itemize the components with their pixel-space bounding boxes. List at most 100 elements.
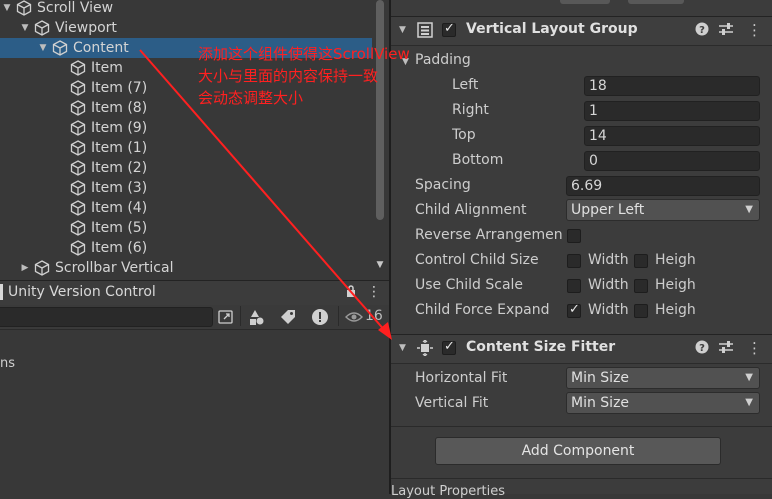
svg-text:?: ? [699,25,705,36]
vertical-fit-dropdown[interactable]: Min Size ▼ [566,392,760,414]
horizontal-fit-dropdown[interactable]: Min Size ▼ [566,367,760,389]
add-component-button[interactable]: Add Component [435,437,721,465]
component-title: Content Size Fitter [466,339,616,355]
hierarchy-item[interactable]: Item (2) [0,158,372,178]
foldout-arrow-icon[interactable]: ▼ [399,25,406,35]
eye-icon[interactable] [345,308,363,326]
foldout-arrow-icon[interactable]: ▼ [38,38,48,58]
top-field[interactable]: 14 [584,126,760,146]
hierarchy-item[interactable]: Item (4) [0,198,372,218]
annotation-line-2: 大小与里面的内容保持一致 [198,67,379,85]
annotation-text: 添加这个组件使得这ScrollView 大小与里面的内容保持一致 会动态调整大小 [198,43,458,109]
use-child-scale-width-checkbox[interactable] [567,279,581,293]
open-window-icon[interactable] [217,308,235,326]
toolbar-divider [240,306,241,326]
dropdown-caret-icon: ▼ [745,204,753,215]
inspector-top-button[interactable] [628,0,684,4]
tag-icon[interactable] [279,308,297,326]
hierarchy-item-label: Item (6) [91,240,148,256]
inspector-top-button[interactable] [560,0,610,4]
hierarchy-item[interactable]: Item (5) [0,218,372,238]
partial-text: ns [0,356,16,371]
gameobject-cube-icon [52,40,68,56]
use-child-scale-label: Use Child Scale [415,277,524,293]
width-label: Width [588,277,629,293]
reverse-arrangement-checkbox[interactable] [567,229,581,243]
hierarchy-item[interactable]: ▼ Scroll View [0,0,372,18]
hierarchy-item-label: Content [73,40,129,56]
control-child-size-width-checkbox[interactable] [567,254,581,268]
help-icon[interactable]: ? [695,340,709,358]
hierarchy-item[interactable]: ▼ Viewport [0,18,372,38]
height-label: Heigh [655,302,696,318]
hierarchy-item-label: Item (2) [91,160,148,176]
hierarchy-item-label: Item (9) [91,120,148,136]
more-vert-icon[interactable]: ⋮ [367,284,381,300]
section-divider [391,478,772,479]
search-input[interactable] [0,307,213,327]
help-icon[interactable]: ? [695,22,709,40]
foldout-arrow-icon[interactable]: ▶ [20,258,30,278]
scroll-down-arrow-icon[interactable]: ▼ [374,258,386,272]
hierarchy-item[interactable]: Item (3) [0,178,372,198]
tab-marker [0,284,3,300]
gameobject-cube-icon [70,180,86,196]
dropdown-caret-icon: ▼ [745,372,753,383]
svg-text:?: ? [699,343,705,354]
use-child-scale-height-checkbox[interactable] [634,279,648,293]
shapes-filter-icon[interactable] [247,308,265,326]
control-child-size-height-checkbox[interactable] [634,254,648,268]
hierarchy-scrollbar-thumb[interactable] [376,0,384,220]
hierarchy-item-label: Item (3) [91,180,148,196]
dropdown-caret-icon: ▼ [745,397,753,408]
more-vert-icon[interactable]: ⋮ [747,21,762,39]
spacing-label: Spacing [415,177,471,193]
hierarchy-item-label: Item [91,60,123,76]
lock-icon[interactable] [346,285,356,297]
left-field[interactable]: 18 [584,76,760,96]
gameobject-cube-icon [70,160,86,176]
hierarchy-item[interactable]: ▶ Scrollbar Vertical [0,258,372,278]
hierarchy-item-label: Item (8) [91,100,148,116]
version-control-tab[interactable]: Unity Version Control [8,282,156,302]
gameobject-cube-icon [70,60,86,76]
gameobject-cube-icon [34,260,50,276]
hierarchy-item[interactable]: Item (6) [0,238,372,258]
gameobject-cube-icon [70,220,86,236]
version-control-body [0,330,389,494]
hierarchy-item-label: Item (1) [91,140,148,156]
child-force-expand-width-checkbox[interactable] [567,302,581,318]
content-size-fitter-enabled-checkbox[interactable] [442,339,456,355]
presets-icon[interactable] [718,340,734,358]
width-label: Width [588,302,629,318]
more-vert-icon[interactable]: ⋮ [747,339,762,357]
right-field[interactable]: 1 [584,101,760,121]
gameobject-cube-icon [70,200,86,216]
foldout-arrow-icon[interactable]: ▼ [2,0,12,18]
vertical-fit-value: Min Size [571,395,630,411]
child-alignment-value: Upper Left [571,202,645,218]
hierarchy-item-label: Item (7) [91,80,148,96]
hierarchy-item[interactable]: Item (1) [0,138,372,158]
bottom-field[interactable]: 0 [584,151,760,171]
layout-properties-tab[interactable]: Layout Properties [391,484,505,499]
annotation-line-1: 添加这个组件使得这ScrollView [198,45,410,63]
child-alignment-label: Child Alignment [415,202,527,218]
warning-icon[interactable] [311,308,329,326]
child-force-expand-height-checkbox[interactable] [634,304,648,318]
foldout-arrow-icon[interactable]: ▼ [399,343,406,353]
hierarchy-item-label: Scrollbar Vertical [55,260,174,276]
horizontal-fit-value: Min Size [571,370,630,386]
vertical-layout-group-enabled-checkbox[interactable] [442,21,456,37]
content-size-fitter-icon [417,339,433,357]
child-alignment-dropdown[interactable]: Upper Left ▼ [566,199,760,221]
hierarchy-item[interactable]: Item (9) [0,118,372,138]
gameobject-cube-icon [70,140,86,156]
toolbar-divider [338,306,339,326]
gameobject-cube-icon [70,120,86,136]
presets-icon[interactable] [718,22,734,40]
width-label: Width [588,252,629,268]
spacing-field[interactable]: 6.69 [566,176,760,196]
foldout-arrow-icon[interactable]: ▼ [20,18,30,38]
gameobject-cube-icon [16,0,32,16]
